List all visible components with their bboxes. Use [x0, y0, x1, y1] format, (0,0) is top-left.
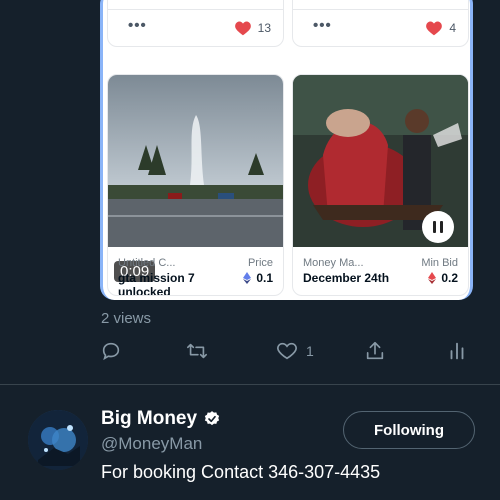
pause-icon — [440, 221, 443, 233]
price-label: Price — [247, 257, 273, 269]
nft-card-top-right[interactable]: ••• 4 — [292, 0, 469, 47]
profile-name[interactable]: Big Money — [101, 408, 197, 430]
pause-button[interactable] — [422, 211, 454, 243]
reply-icon — [102, 342, 120, 361]
more-options-icon[interactable]: ••• — [128, 17, 147, 34]
ethereum-icon — [428, 272, 437, 284]
heart-icon — [426, 21, 443, 36]
heart-outline-icon — [277, 342, 297, 360]
ethereum-icon — [243, 272, 252, 284]
nft-name[interactable]: December 24th — [303, 271, 403, 295]
heart-icon — [234, 21, 251, 36]
storm-scene-image — [108, 75, 283, 247]
nft-card-animated[interactable]: Money Ma... December 24th Min Bid 0.2 — [292, 74, 469, 296]
like-counter[interactable]: 13 — [234, 20, 271, 36]
avatar[interactable] — [28, 410, 88, 470]
tweet-actions: 1 — [100, 340, 470, 364]
nft-video-thumbnail[interactable] — [108, 75, 283, 247]
like-count: 1 — [306, 343, 314, 359]
view-count: 2 views — [101, 310, 152, 327]
embedded-nft-grid[interactable]: ••• 13 ••• 4 0:09 Untitled C... gta miss… — [100, 0, 473, 300]
avatar-image — [28, 410, 88, 470]
nft-name[interactable]: gta mission 7 unlocked — [118, 271, 218, 295]
nft-card-top-left[interactable]: ••• 13 — [107, 0, 284, 47]
price-label: Min Bid — [421, 257, 458, 269]
like-count: 4 — [449, 21, 456, 35]
profile-handle[interactable]: @MoneyMan — [101, 434, 202, 454]
like-count: 13 — [257, 21, 271, 35]
section-divider — [0, 384, 500, 385]
analytics-icon — [450, 342, 464, 360]
price-value: 0.2 — [428, 271, 458, 285]
like-button[interactable]: 1 — [276, 340, 314, 362]
retweet-button[interactable] — [186, 340, 208, 362]
more-options-icon[interactable]: ••• — [313, 17, 332, 34]
collection-name[interactable]: Untitled C... — [118, 257, 175, 269]
nft-card-info: Money Ma... December 24th Min Bid 0.2 — [293, 247, 468, 295]
price-value: 0.1 — [243, 271, 273, 285]
verified-badge-icon — [204, 411, 220, 426]
following-button[interactable]: Following — [343, 411, 475, 449]
pause-icon — [433, 221, 436, 233]
nft-card-video[interactable]: 0:09 Untitled C... gta mission 7 unlocke… — [107, 74, 284, 296]
retweet-icon — [187, 343, 207, 359]
share-button[interactable] — [364, 340, 386, 362]
share-icon — [366, 341, 384, 360]
nft-card-info: Untitled C... gta mission 7 unlocked Pri… — [108, 247, 283, 295]
analytics-button[interactable] — [446, 340, 468, 362]
profile-name-row[interactable]: Big Money — [101, 408, 221, 430]
like-counter[interactable]: 4 — [425, 20, 456, 36]
profile-bio: For booking Contact 346-307-4435 — [101, 462, 381, 482]
collection-name[interactable]: Money Ma... — [303, 257, 364, 269]
reply-button[interactable] — [100, 340, 122, 362]
